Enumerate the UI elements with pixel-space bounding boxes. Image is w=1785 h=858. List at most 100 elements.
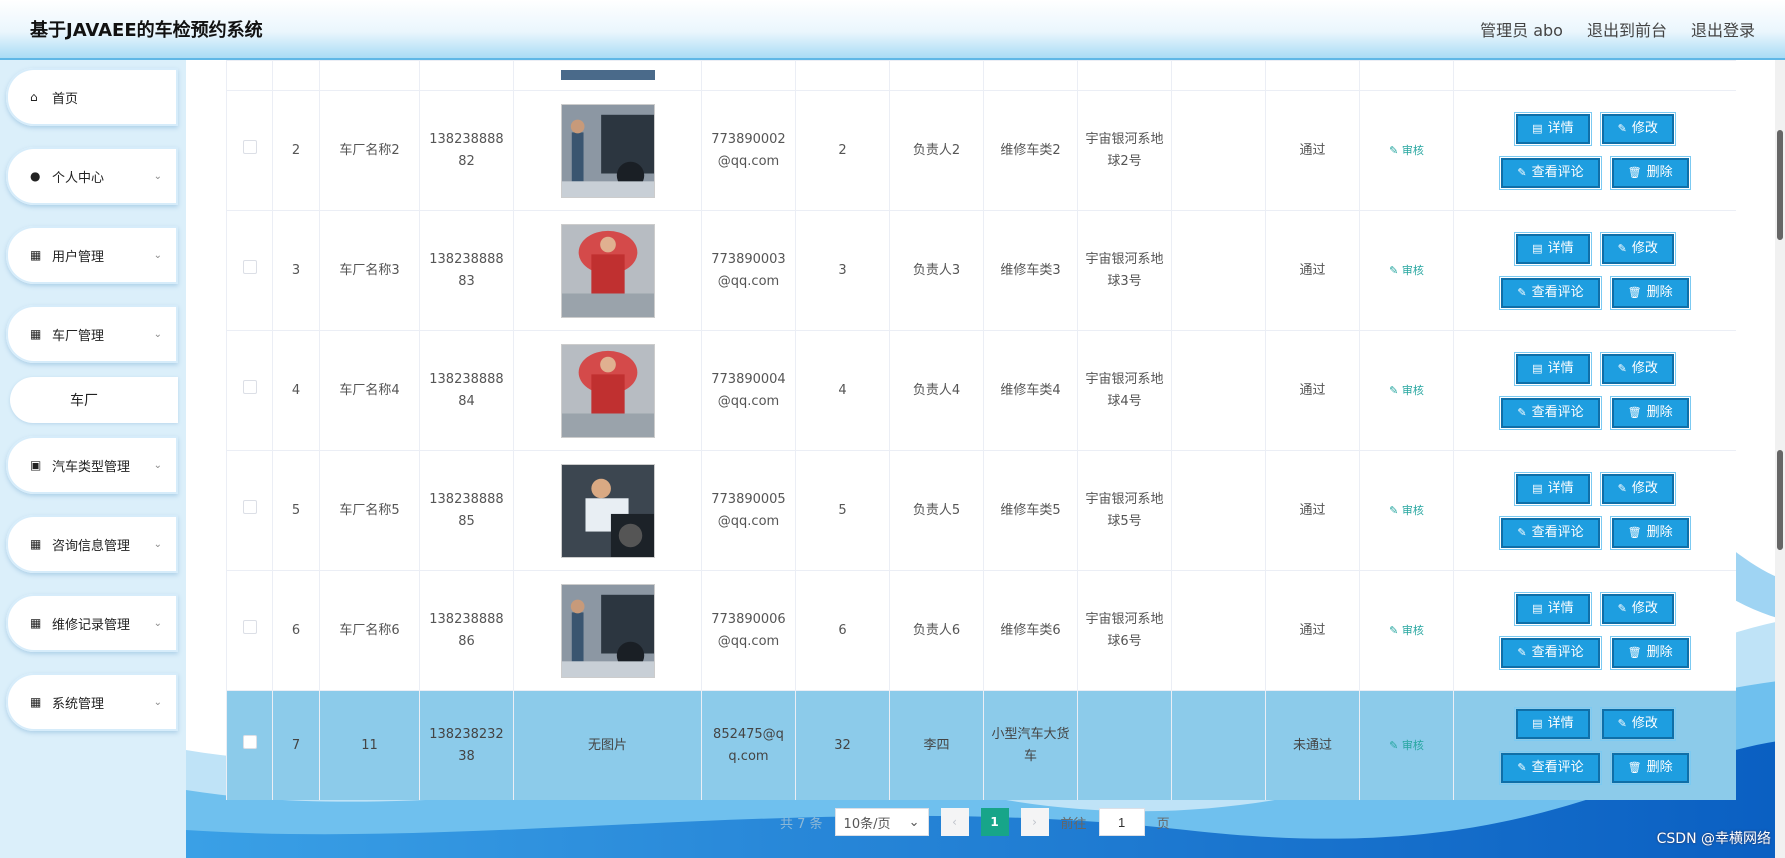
chevron-right-icon: › [1032,815,1037,829]
scrollbar-thumb[interactable] [1777,450,1783,550]
detail-button[interactable]: ▤ 详情 [1514,351,1592,386]
factory-image [560,223,655,318]
chevron-down-icon: ⌄ [153,617,162,629]
delete-button[interactable]: 🗑 删除 [1609,275,1691,310]
sidebar-item-car-types[interactable]: ▣ 汽车类型管理 ⌄ [6,436,178,494]
cell-address: 宇宙银河系地球6号 [1077,570,1172,691]
factory-image [560,583,655,678]
cell-phone: 13823888883 [419,210,514,331]
cell-phone: 13823888882 [419,90,514,211]
cell-manager: 李四 [889,690,984,800]
cell-extra [1171,690,1266,800]
prev-page-button[interactable]: ‹ [940,808,969,836]
comments-button[interactable]: ✎ 查看评论 [1499,155,1602,190]
cell-address [1077,690,1172,800]
cell-phone: 13823888884 [419,330,514,451]
sidebar-item-label: 汽车类型管理 [52,459,131,475]
sidebar-item-users[interactable]: ▦ 用户管理 ⌄ [6,226,178,284]
pencil-icon: ✎ [1517,525,1527,539]
sidebar-item-profile[interactable]: ● 个人中心 ⌄ [6,147,178,205]
audit-label: 审核 [1401,623,1424,637]
watermark: CSDN @幸横网络 [1656,831,1771,847]
delete-button[interactable]: 🗑 删除 [1609,515,1691,550]
audit-link[interactable]: ✎ 审核 [1389,624,1424,637]
cell-address: 宇宙银河系地球2号 [1077,90,1172,211]
grid-icon: ▦ [30,327,42,341]
cell-email: 852475@qq.com [701,690,796,800]
row-checkbox[interactable] [242,139,257,154]
comments-button[interactable]: ✎ 查看评论 [1499,750,1602,785]
row-checkbox[interactable] [242,499,257,514]
logout-link[interactable]: 退出登录 [1691,17,1755,41]
edit-button[interactable]: ✎ 修改 [1599,111,1676,146]
sidebar-item-factory[interactable]: ▦ 车厂管理 ⌄ [6,305,178,363]
cell-status: 未通过 [1265,690,1360,800]
delete-button[interactable]: 🗑 删除 [1609,750,1691,785]
cell-address: 宇宙银河系地球3号 [1077,210,1172,331]
row-checkbox[interactable] [242,619,257,634]
detail-button[interactable]: ▤ 详情 [1514,471,1592,506]
detail-button[interactable]: ▤ 详情 [1514,231,1592,266]
audit-link[interactable]: ✎ 审核 [1389,504,1424,517]
audit-label: 审核 [1401,383,1424,397]
delete-button[interactable]: 🗑 删除 [1609,155,1691,190]
trash-icon: 🗑 [1627,165,1642,179]
audit-link[interactable]: ✎ 审核 [1389,384,1424,397]
pencil-icon: ✎ [1517,165,1527,179]
page-size-select[interactable]: 10条/页 ⌄ [834,808,929,836]
cell-num: 6 [795,570,890,691]
trash-icon: 🗑 [1627,285,1642,299]
pencil-icon: ✎ [1517,760,1527,774]
cell-extra [1171,450,1266,571]
page-size-value: 10条/页 [843,816,891,832]
audit-link[interactable]: ✎ 审核 [1389,144,1424,157]
submenu-item-factory[interactable]: 车厂 [10,377,178,423]
document-icon: ▤ [1532,601,1543,615]
sidebar-item-home[interactable]: ⌂ 首页 [6,68,178,126]
next-page-button[interactable]: › [1020,808,1049,836]
edit-button[interactable]: ✎ 修改 [1599,591,1676,626]
cell-phone: 13823888886 [419,570,514,691]
delete-button[interactable]: 🗑 删除 [1609,395,1691,430]
vertical-scrollbar[interactable] [1775,60,1785,858]
cell-category: 维修车类4 [983,330,1078,451]
detail-button[interactable]: ▤ 详情 [1514,111,1592,146]
cell-phone: 13823888885 [419,450,514,571]
comments-button[interactable]: ✎ 查看评论 [1499,635,1602,670]
comments-button[interactable]: ✎ 查看评论 [1499,275,1602,310]
cell-manager: 负责人4 [889,330,984,451]
cell-address: 宇宙银河系地球5号 [1077,450,1172,571]
document-icon: ▤ [1532,716,1543,730]
trash-icon: 🗑 [1627,405,1642,419]
detail-button[interactable]: ▤ 详情 [1514,591,1592,626]
front-link[interactable]: 退出到前台 [1587,17,1667,41]
cell-status: 通过 [1265,570,1360,691]
app-title: 基于JAVAEE的车检预约系统 [30,20,263,41]
cell-category: 维修车类6 [983,570,1078,691]
edit-button[interactable]: ✎ 修改 [1599,351,1676,386]
sidebar-item-repair[interactable]: ▦ 维修记录管理 ⌄ [6,594,178,652]
page-number-current[interactable]: 1 [980,808,1009,836]
chevron-down-icon: ⌄ [908,814,920,830]
cell-category: 维修车类3 [983,210,1078,331]
sidebar-item-system[interactable]: ▦ 系统管理 ⌄ [6,673,178,731]
comments-button[interactable]: ✎ 查看评论 [1499,395,1602,430]
row-checkbox[interactable] [242,259,257,274]
comments-button[interactable]: ✎ 查看评论 [1499,515,1602,550]
cell-name: 车厂名称3 [319,210,420,331]
edit-button[interactable]: ✎ 修改 [1599,231,1676,266]
edit-button[interactable]: ✎ 修改 [1599,471,1676,506]
sidebar-item-consult[interactable]: ▦ 咨询信息管理 ⌄ [6,515,178,573]
edit-button[interactable]: ✎ 修改 [1599,706,1676,741]
row-checkbox[interactable] [242,379,257,394]
detail-button[interactable]: ▤ 详情 [1514,706,1592,741]
audit-link[interactable]: ✎ 审核 [1389,264,1424,277]
goto-page-input[interactable] [1098,808,1145,836]
document-icon: ▤ [1532,361,1543,375]
cell-num: 5 [795,450,890,571]
audit-link[interactable]: ✎ 审核 [1389,739,1424,752]
delete-button[interactable]: 🗑 删除 [1609,635,1691,670]
table-row-selected: 7 11 13823823238 无图片 852475@qq.com 32 李四… [226,690,1736,800]
scrollbar-thumb[interactable] [1777,130,1783,240]
row-checkbox[interactable] [242,734,257,749]
